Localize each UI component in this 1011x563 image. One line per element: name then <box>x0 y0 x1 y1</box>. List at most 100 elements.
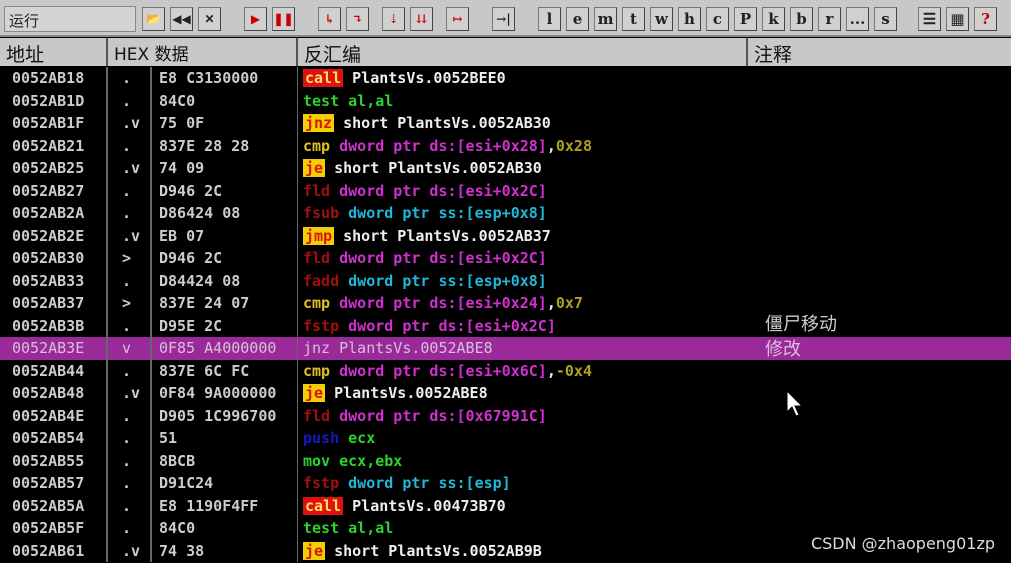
window-e-button[interactable]: e <box>566 7 589 31</box>
address: 0052AB33 <box>0 269 108 292</box>
code-row[interactable]: 0052AB2A. D86424 08 fsub dword ptr ss:[esp… <box>0 202 1011 225</box>
column-header: 地址 HEX 数据 反汇编 注释 <box>0 38 1011 66</box>
jump-marker: . <box>122 406 132 425</box>
jump-marker: .v <box>122 159 141 177</box>
code-row[interactable]: 0052AB37 >837E 24 07 cmp dword ptr ds:[esi… <box>0 292 1011 315</box>
instruction-token: dword ptr ds:[esi+0x24] <box>330 294 547 312</box>
code-row[interactable]: 0052AB1F .v 75 0F jnz short PlantsVs.0052AB… <box>0 112 1011 135</box>
hex-bytes: D91C24 <box>150 472 298 495</box>
pause-button[interactable]: ❚❚ <box>272 7 295 31</box>
address: 0052AB1F <box>0 112 108 135</box>
open-button[interactable]: 📂 <box>142 7 165 31</box>
code-row[interactable]: 0052AB25 .v 74 09 je short PlantsVs.0052AB3… <box>0 157 1011 180</box>
goto-button[interactable]: →| <box>492 7 515 31</box>
instruction-token: short PlantsVs.0052AB9B <box>325 541 542 560</box>
window-r-button[interactable]: r <box>818 7 841 31</box>
disassembly: fstp dword ptr ss:[esp] <box>303 472 511 494</box>
code-row[interactable]: 0052AB3B. D95E 2C fstp dword ptr ds:[esi+0… <box>0 314 1011 337</box>
code-row[interactable]: 0052AB44. 837E 6C FC cmp dword ptr ds:[esi… <box>0 359 1011 382</box>
instruction-token: je <box>303 159 326 177</box>
address: 0052AB57 <box>0 472 108 495</box>
instruction-token: PlantsVs.00473B70 <box>343 496 506 515</box>
window-w-button[interactable]: w <box>650 7 673 31</box>
jump-marker: . <box>122 474 132 492</box>
hex-bytes: 837E 28 28 <box>150 134 298 157</box>
comment: 修改 <box>765 339 801 360</box>
rewind-button[interactable]: ◀◀ <box>170 7 193 31</box>
address: 0052AB4E <box>0 404 108 427</box>
address: 0052AB5F <box>0 517 108 540</box>
code-row[interactable]: 0052AB2E .v EB 07 jmp short PlantsVs.0052AB… <box>0 224 1011 247</box>
instruction-token: dword ptr ds:[esi+0x2C] <box>330 181 547 200</box>
instruction-token: fstp <box>303 474 340 492</box>
execute-till-return-button[interactable]: ↦ <box>446 7 469 31</box>
instruction-token: cmp <box>303 136 331 155</box>
jump-marker: . <box>122 429 132 447</box>
code-row[interactable]: 0052AB30 > D946 2C fld dword ptr ds:[esi+0x… <box>0 247 1011 270</box>
window-t-button[interactable]: t <box>622 7 645 31</box>
instruction-token: dword ptr ss:[esp] <box>339 474 511 492</box>
code-row[interactable]: 0052AB1D. 84C0 test al,al <box>0 89 1011 112</box>
code-row[interactable]: 0052AB21. 837E 28 28 cmp dword ptr ds:[esi… <box>0 134 1011 157</box>
disassembly: test al,al <box>303 517 393 539</box>
status-indicator: 运行 <box>4 6 136 32</box>
toolbar: 运行 📂 ◀◀ ✕ ▶ ❚❚ ↳ ↴ ⇣ ⇊ ↦ →| l e m t w h c Pk b r... s ☰ ▦? <box>0 0 1011 37</box>
code-row[interactable]: 0052AB55. 8BCB mov ecx,ebx <box>0 449 1011 472</box>
window-c-button[interactable]: c <box>706 7 729 31</box>
code-row[interactable]: 0052AB3E v 0F85 A4000000 jnz PlantsVs.0052A… <box>0 337 1011 360</box>
window-l-button[interactable]: l <box>538 7 561 31</box>
code-row[interactable]: 0052AB33. D84424 08 fadd dword ptr ss:[esp… <box>0 269 1011 292</box>
code-row[interactable]: 0052AB54. 51 push ecx <box>0 427 1011 450</box>
instruction-token: mov ecx,ebx <box>303 451 403 470</box>
window-k-button[interactable]: k <box>762 7 785 31</box>
help-button[interactable]: ? <box>974 7 997 31</box>
disassembly-list[interactable]: 0052AB18. E8 C3130000 call PlantsVs.0052BE… <box>0 67 1011 562</box>
header-comment[interactable]: 注释 <box>748 38 1011 66</box>
window-m-button[interactable]: m <box>594 7 617 31</box>
code-row[interactable]: 0052AB57. D91C24 fstp dword ptr ss:[esp] <box>0 472 1011 495</box>
jump-marker: v <box>122 339 132 357</box>
window-b-button[interactable]: b <box>790 7 813 31</box>
disassembly: cmp dword ptr ds:[esi+0x6C],-0x4 <box>303 360 592 382</box>
disassembly: push ecx <box>303 427 375 449</box>
window-more-button[interactable]: ... <box>846 7 869 31</box>
hex-bytes: 0F85 A4000000 <box>150 337 298 360</box>
hex-bytes: E8 C3130000 <box>150 67 298 90</box>
window-s-button[interactable]: s <box>874 7 897 31</box>
jump-marker: . <box>122 136 132 155</box>
instruction-token: jnz <box>303 114 335 132</box>
list-button[interactable]: ☰ <box>918 7 941 31</box>
code-row[interactable]: 0052AB5A. E8 1190F4FF call PlantsVs.00473B… <box>0 494 1011 517</box>
window-P-button[interactable]: P <box>734 7 757 31</box>
disassembly: fstp dword ptr ds:[esi+0x2C] <box>303 315 556 337</box>
trace-into-button[interactable]: ⇣ <box>382 7 405 31</box>
instruction-token: je <box>303 541 326 560</box>
hex-bytes: D84424 08 <box>150 269 298 292</box>
instruction-token: cmp <box>303 361 331 380</box>
disassembly: fld dword ptr ds:[esi+0x2C] <box>303 180 547 202</box>
header-disassembly[interactable]: 反汇编 <box>298 38 748 66</box>
close-button[interactable]: ✕ <box>198 7 221 31</box>
instruction-token: cmp <box>303 294 331 312</box>
window-h-button[interactable]: h <box>678 7 701 31</box>
header-address[interactable]: 地址 <box>0 38 108 66</box>
step-into-button[interactable]: ↳ <box>318 7 341 31</box>
code-row[interactable]: 0052AB4E. D905 1C996700 fld dword ptr ds:[… <box>0 404 1011 427</box>
instruction-token: , <box>546 294 556 312</box>
window-button[interactable]: ▦ <box>946 7 969 31</box>
run-button[interactable]: ▶ <box>244 7 267 31</box>
instruction-token: ecx <box>339 429 376 447</box>
instruction-token: 0x7 <box>555 294 583 312</box>
code-row[interactable]: 0052AB48 .v 0F84 9A000000 je PlantsVs.0052A… <box>0 382 1011 405</box>
step-over-button[interactable]: ↴ <box>346 7 369 31</box>
address: 0052AB54 <box>0 427 108 450</box>
trace-over-button[interactable]: ⇊ <box>410 7 433 31</box>
address: 0052AB2E <box>0 224 108 247</box>
disassembly: call PlantsVs.0052BEE0 <box>303 67 506 89</box>
instruction-token: , <box>546 136 556 155</box>
mouse-cursor-icon <box>786 390 804 417</box>
code-row[interactable]: 0052AB18. E8 C3130000 call PlantsVs.0052BE… <box>0 67 1011 90</box>
code-row[interactable]: 0052AB27. D946 2C fld dword ptr ds:[esi+0x… <box>0 179 1011 202</box>
hex-bytes: D946 2C <box>150 179 298 202</box>
header-hex[interactable]: HEX 数据 <box>108 38 298 66</box>
